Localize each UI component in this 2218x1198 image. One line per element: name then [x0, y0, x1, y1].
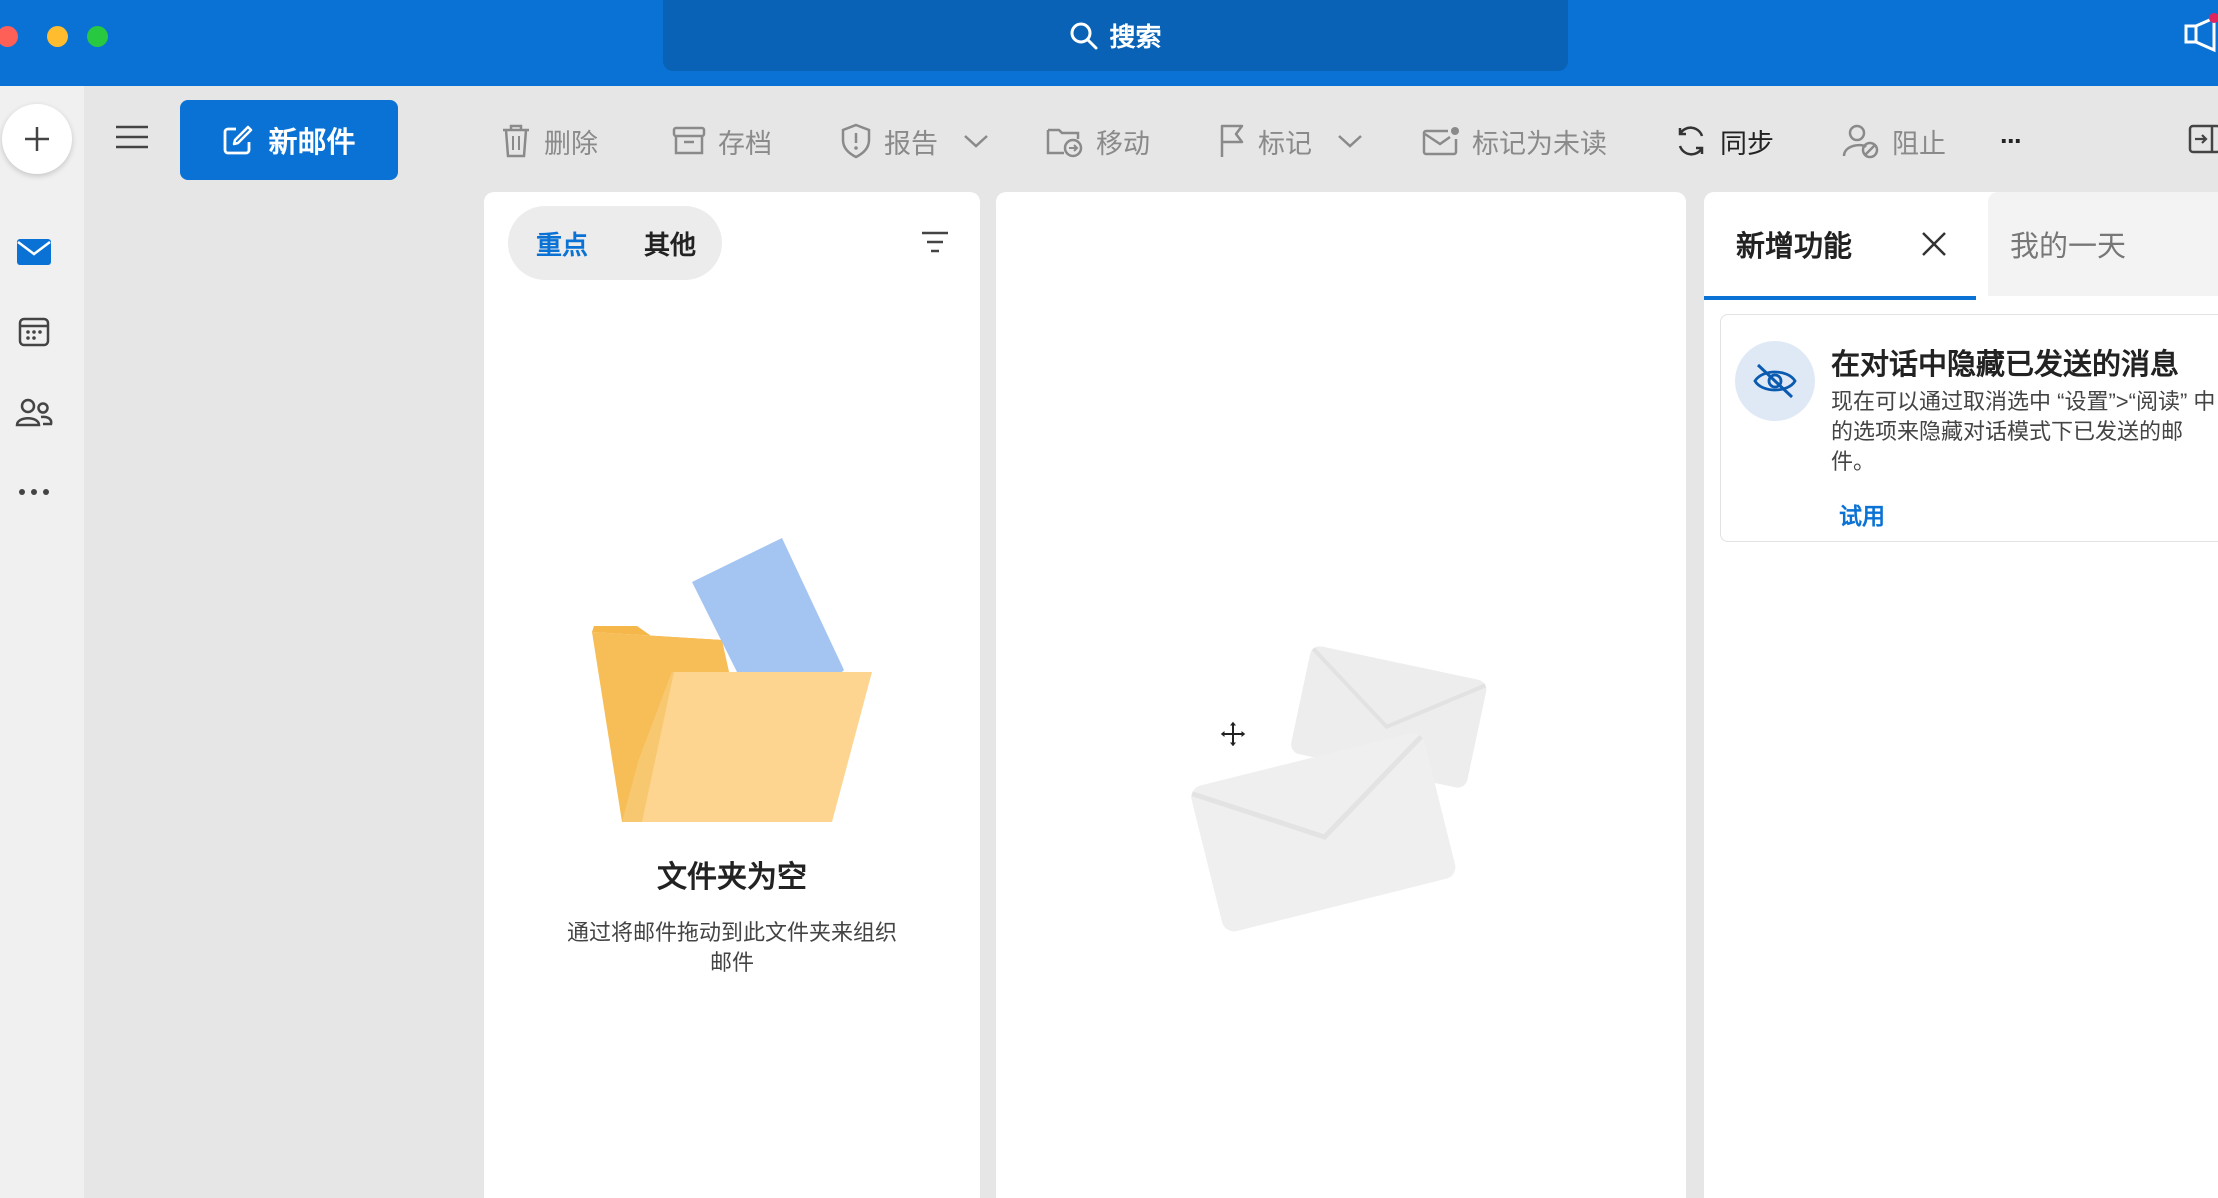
tab-my-day-label: 我的一天	[2010, 231, 2127, 263]
command-toolbar: 删除 存档 报告 移动 标记 标记为未读 同步 阻止 ···	[484, 86, 2218, 196]
sync-icon	[1678, 126, 1704, 156]
more-actions-button[interactable]: ···	[2000, 116, 2023, 166]
expand-pane-icon[interactable]	[2188, 124, 2218, 154]
rail-item-calendar[interactable]	[14, 312, 54, 352]
tab-whats-new-label: 新增功能	[1736, 231, 1853, 263]
filter-icon[interactable]	[920, 230, 950, 254]
message-list: 重点 其他 文件夹为空 通过将邮件拖动到此文件夹来组织邮件	[484, 192, 980, 1198]
close-window-button[interactable]	[0, 26, 18, 47]
focused-other-pivot: 重点 其他	[508, 206, 722, 280]
tab-whats-new[interactable]: 新增功能	[1704, 192, 1976, 300]
envelopes-illustration	[1191, 646, 1487, 932]
move-button[interactable]: 移动	[1046, 116, 1150, 166]
compose-icon	[224, 125, 253, 155]
hidden-eye-icon	[1735, 341, 1815, 421]
mark-unread-label: 标记为未读	[1472, 128, 1607, 159]
calendar-icon	[18, 317, 50, 347]
zoom-window-button[interactable]	[87, 26, 108, 47]
more-actions-label: ···	[2000, 125, 2023, 156]
plus-icon	[25, 127, 49, 151]
search-label: 搜索	[1109, 22, 1162, 52]
chevron-down-icon[interactable]	[1336, 133, 1364, 149]
report-button[interactable]: 报告	[840, 116, 990, 166]
empty-folder-title: 文件夹为空	[657, 861, 807, 894]
flag-icon	[1220, 124, 1244, 157]
rail-item-more[interactable]	[14, 472, 54, 512]
minimize-window-button[interactable]	[47, 26, 68, 47]
feature-card-body: 现在可以通过取消选中 “设置”>“阅读” 中的选项来隐藏对话模式下已发送的邮件。	[1831, 389, 2216, 474]
more-icon	[19, 489, 49, 495]
sync-button[interactable]: 同步	[1674, 116, 1774, 166]
delete-label: 删除	[544, 128, 598, 159]
chevron-down-icon[interactable]	[962, 133, 990, 149]
flag-label: 标记	[1258, 128, 1312, 159]
move-folder-icon	[1046, 128, 1083, 158]
tab-my-day[interactable]: 我的一天	[1988, 192, 2218, 296]
new-mail-label: 新邮件	[268, 127, 356, 159]
mark-unread-icon	[1422, 127, 1459, 156]
hamburger-menu-icon[interactable]	[114, 124, 150, 150]
sync-label: 同步	[1720, 128, 1774, 159]
move-cursor-icon	[1219, 720, 1247, 748]
people-icon	[15, 398, 53, 427]
search-icon	[1070, 22, 1098, 49]
block-button[interactable]: 阻止	[1842, 116, 1946, 166]
block-user-icon	[1842, 124, 1879, 159]
whats-new-pane: 新增功能 我的一天 在对话中隐藏已发送的消息 现在可以通过取消选中 “设置”>“…	[1704, 192, 2218, 1198]
feature-card: 在对话中隐藏已发送的消息 现在可以通过取消选中 “设置”>“阅读” 中的选项来隐…	[1720, 314, 2218, 542]
archive-button[interactable]: 存档	[672, 116, 772, 166]
new-mail-button[interactable]: 新邮件	[180, 100, 398, 180]
archive-icon	[672, 126, 706, 155]
try-it-link[interactable]: 试用	[1839, 497, 1885, 531]
app-rail	[0, 86, 84, 1198]
mark-unread-button[interactable]: 标记为未读	[1422, 116, 1607, 166]
empty-folder-illustration	[592, 538, 872, 822]
block-label: 阻止	[1892, 128, 1946, 159]
search-box[interactable]: 搜索	[663, 0, 1568, 71]
delete-button[interactable]: 删除	[500, 116, 598, 166]
trash-icon	[503, 124, 529, 158]
close-icon[interactable]	[1920, 230, 1948, 258]
tab-focused[interactable]: 重点	[536, 225, 588, 262]
title-bar: 搜索	[0, 0, 2218, 86]
report-label: 报告	[884, 128, 938, 159]
rail-item-mail[interactable]	[14, 232, 54, 272]
mail-icon	[17, 239, 51, 265]
rail-item-people[interactable]	[14, 392, 54, 432]
empty-folder-subtitle: 通过将邮件拖动到此文件夹来组织邮件	[566, 920, 897, 975]
move-label: 移动	[1096, 128, 1150, 159]
reading-pane	[996, 192, 1686, 1198]
feature-card-title: 在对话中隐藏已发送的消息	[1831, 349, 2180, 381]
flag-button[interactable]: 标记	[1218, 116, 1364, 166]
shield-icon	[841, 123, 871, 159]
folder-pane: 新邮件	[84, 86, 484, 1198]
archive-label: 存档	[718, 128, 772, 159]
tab-other[interactable]: 其他	[644, 225, 696, 262]
megaphone-icon[interactable]	[2178, 10, 2218, 60]
add-app-button[interactable]	[2, 104, 72, 174]
